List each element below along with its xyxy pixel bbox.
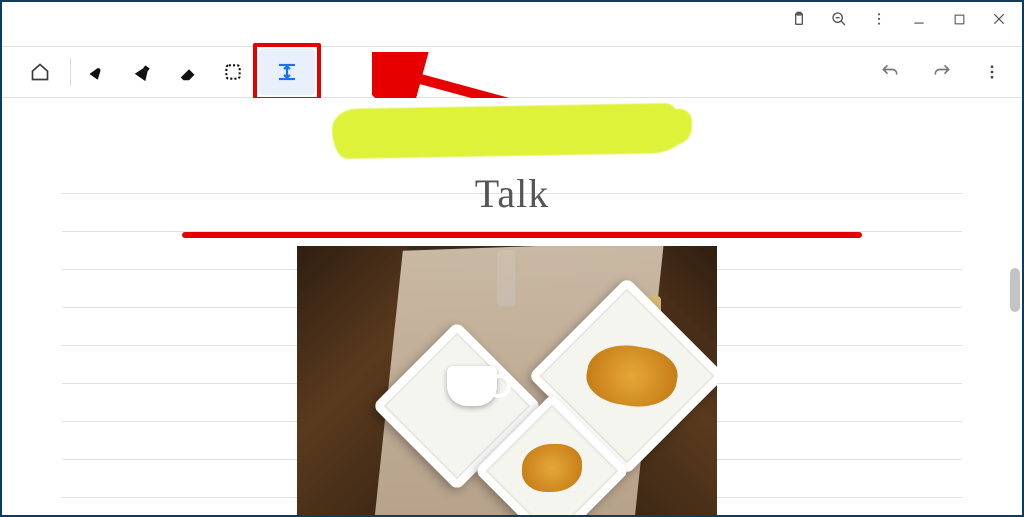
pen-button[interactable] <box>79 50 123 94</box>
insert-space-button[interactable] <box>259 49 315 95</box>
divider <box>70 58 71 86</box>
inserted-image[interactable] <box>297 246 717 515</box>
clipboard-icon[interactable] <box>790 10 808 28</box>
redo-button[interactable] <box>926 50 958 94</box>
overflow-menu-button[interactable] <box>978 50 1006 94</box>
minimize-icon[interactable] <box>910 10 928 28</box>
red-underline-stroke <box>182 232 862 238</box>
window-controls <box>776 2 1022 36</box>
home-button[interactable] <box>18 50 62 94</box>
handwritten-text: Talk <box>62 170 962 217</box>
select-button[interactable] <box>211 50 255 94</box>
toolbar <box>2 46 1022 98</box>
maximize-icon[interactable] <box>950 10 968 28</box>
close-icon[interactable] <box>990 10 1008 28</box>
undo-button[interactable] <box>874 50 906 94</box>
yellow-highlight-stroke <box>332 103 683 159</box>
highlighter-button[interactable] <box>123 50 167 94</box>
zoom-out-icon[interactable] <box>830 10 848 28</box>
canvas-area[interactable]: Talk <box>2 98 1022 515</box>
annotation-highlight-box <box>253 43 321 101</box>
scrollbar-thumb[interactable] <box>1010 268 1020 312</box>
more-vertical-icon[interactable] <box>870 10 888 28</box>
eraser-button[interactable] <box>167 50 211 94</box>
